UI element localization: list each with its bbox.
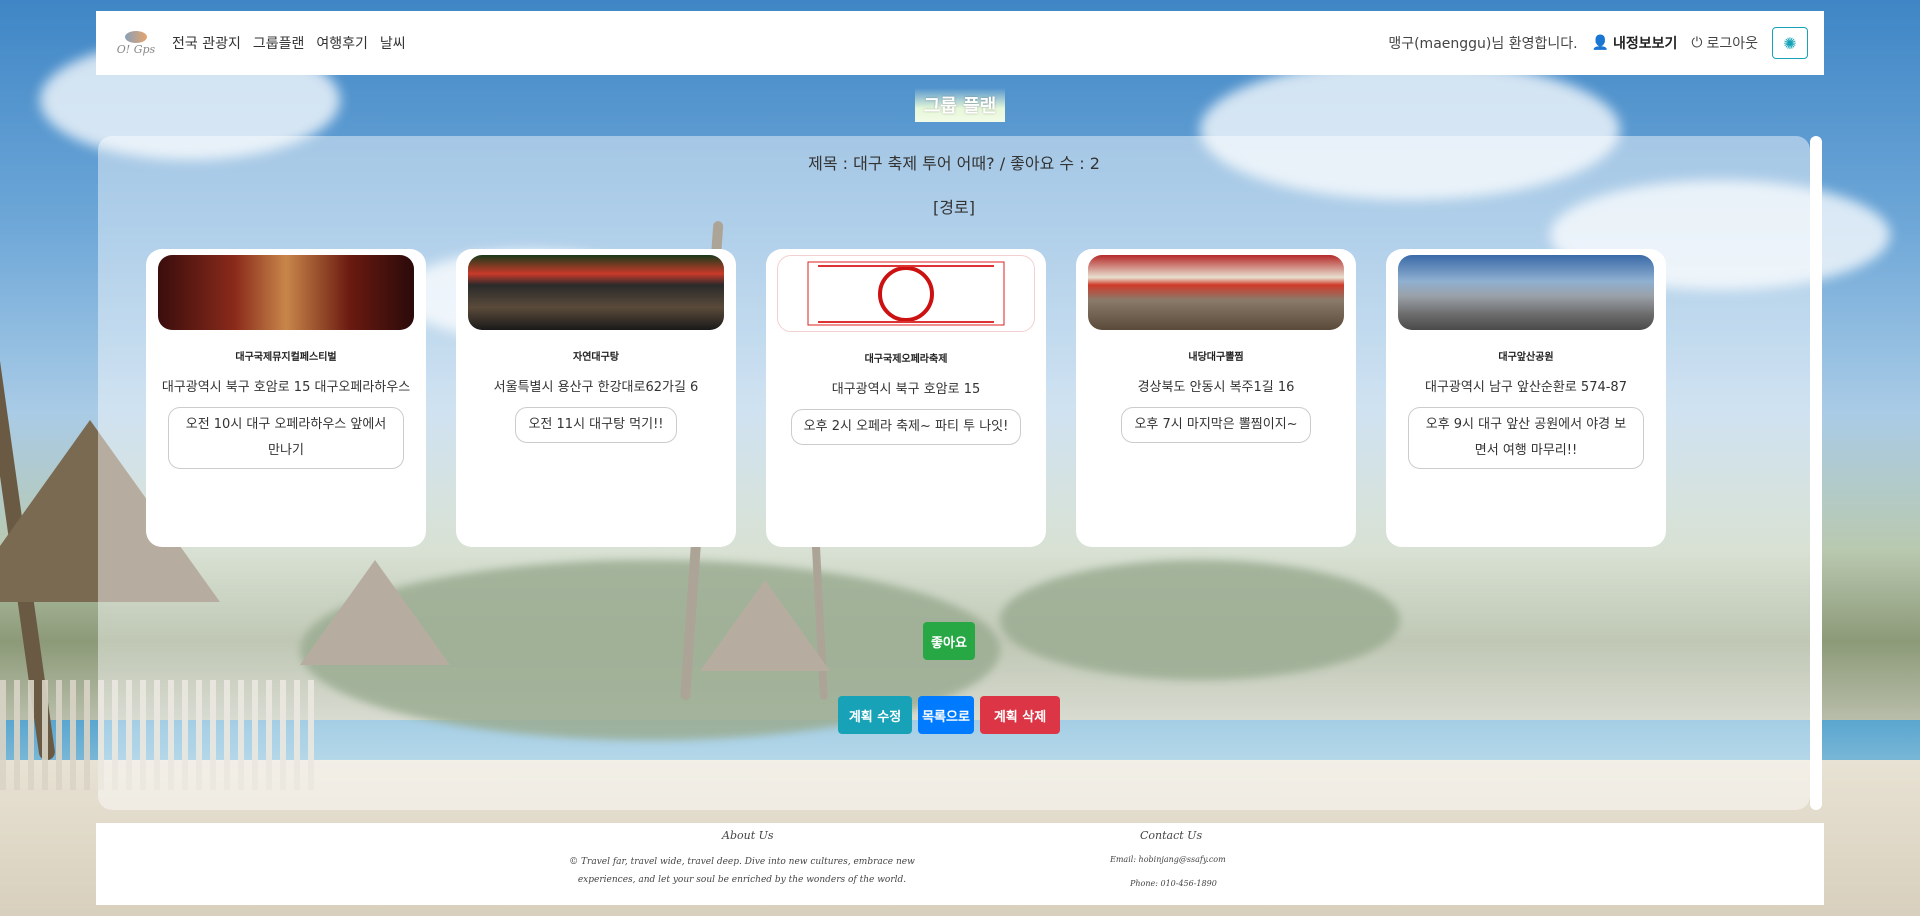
route-card[interactable]: 대구국제뮤지컬페스티벌 대구광역시 북구 호암로 15 대구오페라하우스 오전 …	[146, 249, 426, 547]
nav-links: 전국 관광지 그룹플랜 여행후기 날씨	[172, 33, 406, 53]
place-memo: 오전 10시 대구 오페라하우스 앞에서 만나기	[168, 407, 404, 469]
edit-plan-button[interactable]: 계획 수정	[838, 696, 912, 734]
route-card[interactable]: 대구앞산공원 대구광역시 남구 앞산순환로 574-87 오후 9시 대구 앞산…	[1386, 249, 1666, 547]
place-name: 대구국제오페라축제	[864, 354, 948, 365]
navbar: O! Gps 전국 관광지 그룹플랜 여행후기 날씨 맹구(maenggu)님 …	[96, 11, 1824, 75]
place-photo	[158, 255, 414, 330]
place-address: 대구광역시 북구 호암로 15	[831, 382, 981, 397]
sun-icon: ✺	[1783, 33, 1797, 53]
user-icon: 👤	[1591, 35, 1609, 51]
place-memo: 오후 2시 오페라 축제~ 파티 투 나잇!	[790, 409, 1022, 445]
page-title: 그룹 플랜	[915, 88, 1005, 122]
back-to-list-button[interactable]: 목록으로	[918, 696, 974, 734]
contact-title: Contact Us	[1140, 829, 1203, 842]
place-name: 내당대구뽈찜	[1188, 352, 1244, 363]
logout-link[interactable]: ⏻ 로그아웃	[1691, 33, 1758, 53]
place-address: 서울특별시 용산구 한강대로62가길 6	[493, 380, 699, 395]
logo-mark-icon	[125, 30, 147, 43]
delete-plan-button[interactable]: 계획 삭제	[980, 696, 1060, 734]
nav-link-attractions[interactable]: 전국 관광지	[172, 33, 241, 53]
place-address: 대구광역시 남구 앞산순환로 574-87	[1425, 380, 1627, 395]
logo-text: O! Gps	[116, 42, 156, 56]
contact-phone: Phone: 010-456-1890	[1130, 879, 1217, 888]
place-photo	[777, 255, 1035, 332]
place-photo	[468, 255, 724, 330]
nav-right: 맹구(maenggu)님 환영합니다. 👤 내정보보기 ⏻ 로그아웃 ✺	[1388, 27, 1808, 59]
logout-label: 로그아웃	[1706, 36, 1758, 52]
mypage-label: 내정보보기	[1612, 36, 1678, 52]
place-name: 대구앞산공원	[1498, 352, 1554, 363]
route-card[interactable]: 자연대구탕 서울특별시 용산구 한강대로62가길 6 오전 11시 대구탕 먹기…	[456, 249, 736, 547]
place-photo	[1088, 255, 1344, 330]
contact-email: Email: hobinjang@ssafy.com	[1110, 855, 1226, 864]
scrollbar[interactable]	[1810, 136, 1822, 810]
place-memo: 오후 7시 마지막은 뽈찜이지~	[1121, 407, 1311, 443]
place-memo: 오전 11시 대구탕 먹기!!	[515, 407, 677, 443]
place-address: 경상북도 안동시 복주1길 16	[1137, 380, 1295, 395]
mypage-link[interactable]: 👤 내정보보기	[1592, 33, 1678, 53]
welcome-text: 맹구(maenggu)님 환영합니다.	[1388, 36, 1578, 52]
nav-link-reviews[interactable]: 여행후기	[316, 33, 368, 53]
opera-poster-icon	[807, 261, 1005, 326]
logo[interactable]: O! Gps	[112, 23, 160, 63]
plan-panel: 제목 : 대구 축제 투어 어때? / 좋아요 수 : 2 [경로] 대구국제뮤…	[98, 136, 1810, 810]
about-text: © Travel far, travel wide, travel deep. …	[569, 857, 915, 885]
footer: About Us © Travel far, travel wide, trav…	[96, 823, 1824, 905]
place-photo	[1398, 255, 1654, 330]
like-button[interactable]: 좋아요	[923, 622, 975, 660]
route-cards: 대구국제뮤지컬페스티벌 대구광역시 북구 호암로 15 대구오페라하우스 오전 …	[146, 249, 1666, 547]
route-card[interactable]: 대구국제오페라축제 대구광역시 북구 호암로 15 오후 2시 오페라 축제~ …	[766, 249, 1046, 547]
nav-link-weather[interactable]: 날씨	[380, 33, 406, 53]
nav-link-group-plan[interactable]: 그룹플랜	[253, 33, 305, 53]
route-card[interactable]: 내당대구뽈찜 경상북도 안동시 복주1길 16 오후 7시 마지막은 뽈찜이지~	[1076, 249, 1356, 547]
settings-toggle-button[interactable]: ✺	[1772, 27, 1808, 59]
about-title: About Us	[722, 829, 774, 842]
route-label: [경로]	[933, 198, 975, 217]
place-address: 대구광역시 북구 호암로 15 대구오페라하우스	[161, 380, 411, 395]
power-icon: ⏻	[1691, 35, 1703, 51]
place-name: 대구국제뮤지컬페스티벌	[235, 352, 337, 363]
place-name: 자연대구탕	[573, 352, 619, 363]
plan-header: 제목 : 대구 축제 투어 어때? / 좋아요 수 : 2	[808, 154, 1100, 173]
place-memo: 오후 9시 대구 앞산 공원에서 야경 보면서 여행 마무리!!	[1408, 407, 1644, 469]
